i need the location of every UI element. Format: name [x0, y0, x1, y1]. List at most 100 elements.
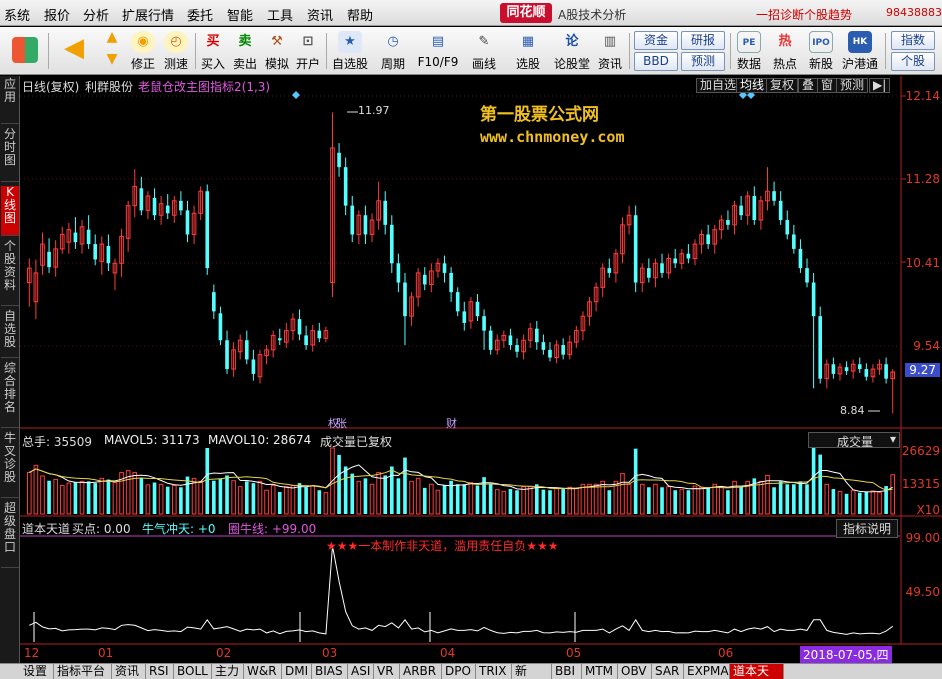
ipo-button[interactable]: IPO 新股 — [806, 29, 836, 73]
adjust-chip[interactable]: 复权 — [766, 78, 799, 93]
tab-stock-info[interactable]: 个股资料 — [1, 240, 19, 306]
volume-bar — [396, 478, 401, 514]
indicator-tab-10[interactable]: VR — [374, 664, 400, 679]
volume-bar — [805, 484, 809, 514]
volume-selector[interactable]: 成交量 — [808, 432, 900, 449]
period-button[interactable]: ◷ 周期 — [373, 29, 413, 73]
updown-button[interactable]: ▲ ▼ — [100, 29, 124, 73]
low-price-mark: 8.84 — [840, 404, 865, 417]
diagnose-link[interactable]: 一招诊断个股趋势 — [756, 6, 852, 23]
indicator-tab-16[interactable]: MTM — [582, 664, 618, 679]
single-stock-button[interactable]: 个股 — [891, 52, 935, 71]
indicator-tab-9[interactable]: ASI — [348, 664, 374, 679]
indicator-tab-6[interactable]: W&R — [244, 664, 282, 679]
sell-button[interactable]: 卖 卖出 — [231, 29, 259, 73]
research-button[interactable]: 研报 — [681, 31, 725, 50]
pencil-icon: ✎ — [478, 34, 490, 49]
bbd-button[interactable]: BBD — [634, 52, 678, 71]
f10-button[interactable]: ▤ F10/F9 — [416, 29, 460, 73]
hk-connect-button[interactable]: HK 沪港通 — [840, 29, 880, 73]
draw-line-button[interactable]: ✎ 画线 — [464, 29, 504, 73]
volume-bar — [317, 490, 322, 514]
menu-order[interactable]: 委托 — [187, 5, 213, 24]
tab-apps[interactable]: 应用 — [1, 78, 19, 124]
correct-icon: ◉ — [131, 31, 155, 53]
indicator-tab-13[interactable]: TRIX — [476, 664, 512, 679]
volume-bar — [686, 490, 691, 514]
expand-chip[interactable]: ▶| — [869, 78, 891, 93]
indicator-tab-15[interactable]: BBI — [552, 664, 582, 679]
capital-button[interactable]: 资金 — [634, 31, 678, 50]
indicator-tab-19[interactable]: EXPMA — [684, 664, 730, 679]
price-tick: 11.28 — [905, 172, 940, 186]
toolbar: ◀ ▲ ▼ ◉ 修正 ◴ 测速 买 买入 卖 卖出 ⚒ 模拟 ⊡ 开户 ★ 自选… — [0, 27, 942, 75]
indicator-tab-3[interactable]: RSI — [146, 664, 174, 679]
tab-intraday[interactable]: 分时图 — [1, 128, 19, 182]
correct-button[interactable]: ◉ 修正 — [128, 29, 158, 73]
candle-body — [244, 340, 249, 360]
stock-picker-button[interactable]: ▦ 选股 — [508, 29, 548, 73]
open-account-button[interactable]: ⊡ 开户 — [294, 29, 322, 73]
buy-icon: 买 — [206, 34, 220, 49]
event-limit-up[interactable]: 张 — [336, 415, 347, 431]
menu-quote[interactable]: 报价 — [44, 5, 70, 24]
menu-news[interactable]: 资讯 — [307, 5, 333, 24]
price-tick: 10.41 — [905, 256, 940, 270]
forecast-button[interactable]: 预测 — [681, 52, 725, 71]
indicator-tab-20[interactable]: 道本天道 — [730, 664, 784, 679]
candle-body — [205, 191, 210, 269]
lock-icon: ⊡ — [302, 34, 314, 49]
menu-ext-quote[interactable]: 扩展行情 — [122, 5, 174, 24]
candle-body — [778, 200, 783, 221]
forum-button[interactable]: 论 论股堂 — [553, 29, 591, 73]
back-button[interactable]: ◀ — [56, 29, 92, 73]
time-tick: 05 — [566, 646, 582, 660]
indicator-tab-14[interactable]: 新DMA — [512, 664, 552, 679]
event-financial[interactable]: 财 — [446, 415, 457, 431]
chart-canvas[interactable] — [20, 76, 942, 663]
tab-diagnose[interactable]: 牛叉诊股 — [1, 432, 19, 498]
indicator-tab-18[interactable]: SAR — [652, 664, 684, 679]
ma-chip[interactable]: 均线 — [736, 78, 769, 93]
simulate-button[interactable]: ⚒ 模拟 — [263, 29, 291, 73]
layout-button[interactable] — [8, 29, 42, 73]
menu-system[interactable]: 系统 — [4, 5, 30, 24]
window-chip[interactable]: 窗 — [817, 78, 838, 93]
indicator-explain-button[interactable]: 指标说明 — [836, 519, 899, 538]
add-watch-chip[interactable]: 加自选 — [696, 78, 741, 93]
candle-body — [218, 313, 223, 341]
candle-body — [152, 197, 157, 216]
tab-ranking[interactable]: 综合排名 — [1, 362, 19, 428]
menu-help[interactable]: 帮助 — [347, 5, 373, 24]
indicator-tab-1[interactable]: 指标平台 — [54, 664, 112, 679]
forecast-chip[interactable]: 预测 — [836, 78, 869, 93]
watchlist-button[interactable]: ★ 自选股 — [330, 29, 370, 73]
indicator-tab-5[interactable]: 主力 — [212, 664, 244, 679]
candle-body — [884, 364, 888, 379]
data-button[interactable]: PE 数据 — [734, 29, 764, 73]
overlay-chip[interactable]: 叠 — [798, 78, 819, 93]
candle-body — [185, 210, 190, 235]
indicator-tab-7[interactable]: DMI — [282, 664, 312, 679]
indicator-tab-8[interactable]: BIAS — [312, 664, 348, 679]
index-button[interactable]: 指数 — [891, 31, 935, 50]
current-price-tag: 9.27 — [905, 363, 940, 377]
buy-button[interactable]: 买 买入 — [199, 29, 227, 73]
tab-watchlist[interactable]: 自选股 — [1, 310, 19, 358]
indicator-tab-0[interactable]: 设置 — [20, 664, 54, 679]
menu-tools[interactable]: 工具 — [267, 5, 293, 24]
indicator-tab-17[interactable]: OBV — [618, 664, 652, 679]
indicator-tab-12[interactable]: DPO — [442, 664, 476, 679]
hotspot-button[interactable]: 热 热点 — [770, 29, 800, 73]
chevron-down-icon[interactable]: ▾ — [890, 432, 896, 446]
tab-kline[interactable]: K线图 — [1, 186, 19, 236]
candle-body — [772, 191, 776, 201]
tab-super-panel[interactable]: 超级盘口 — [1, 502, 19, 568]
menu-analysis[interactable]: 分析 — [83, 5, 109, 24]
indicator-tab-11[interactable]: ARBR — [400, 664, 442, 679]
indicator-tab-4[interactable]: BOLL — [174, 664, 212, 679]
news-button[interactable]: ▥ 资讯 — [595, 29, 625, 73]
indicator-tab-2[interactable]: 资讯 — [112, 664, 146, 679]
speed-test-button[interactable]: ◴ 测速 — [161, 29, 191, 73]
menu-smart[interactable]: 智能 — [227, 5, 253, 24]
